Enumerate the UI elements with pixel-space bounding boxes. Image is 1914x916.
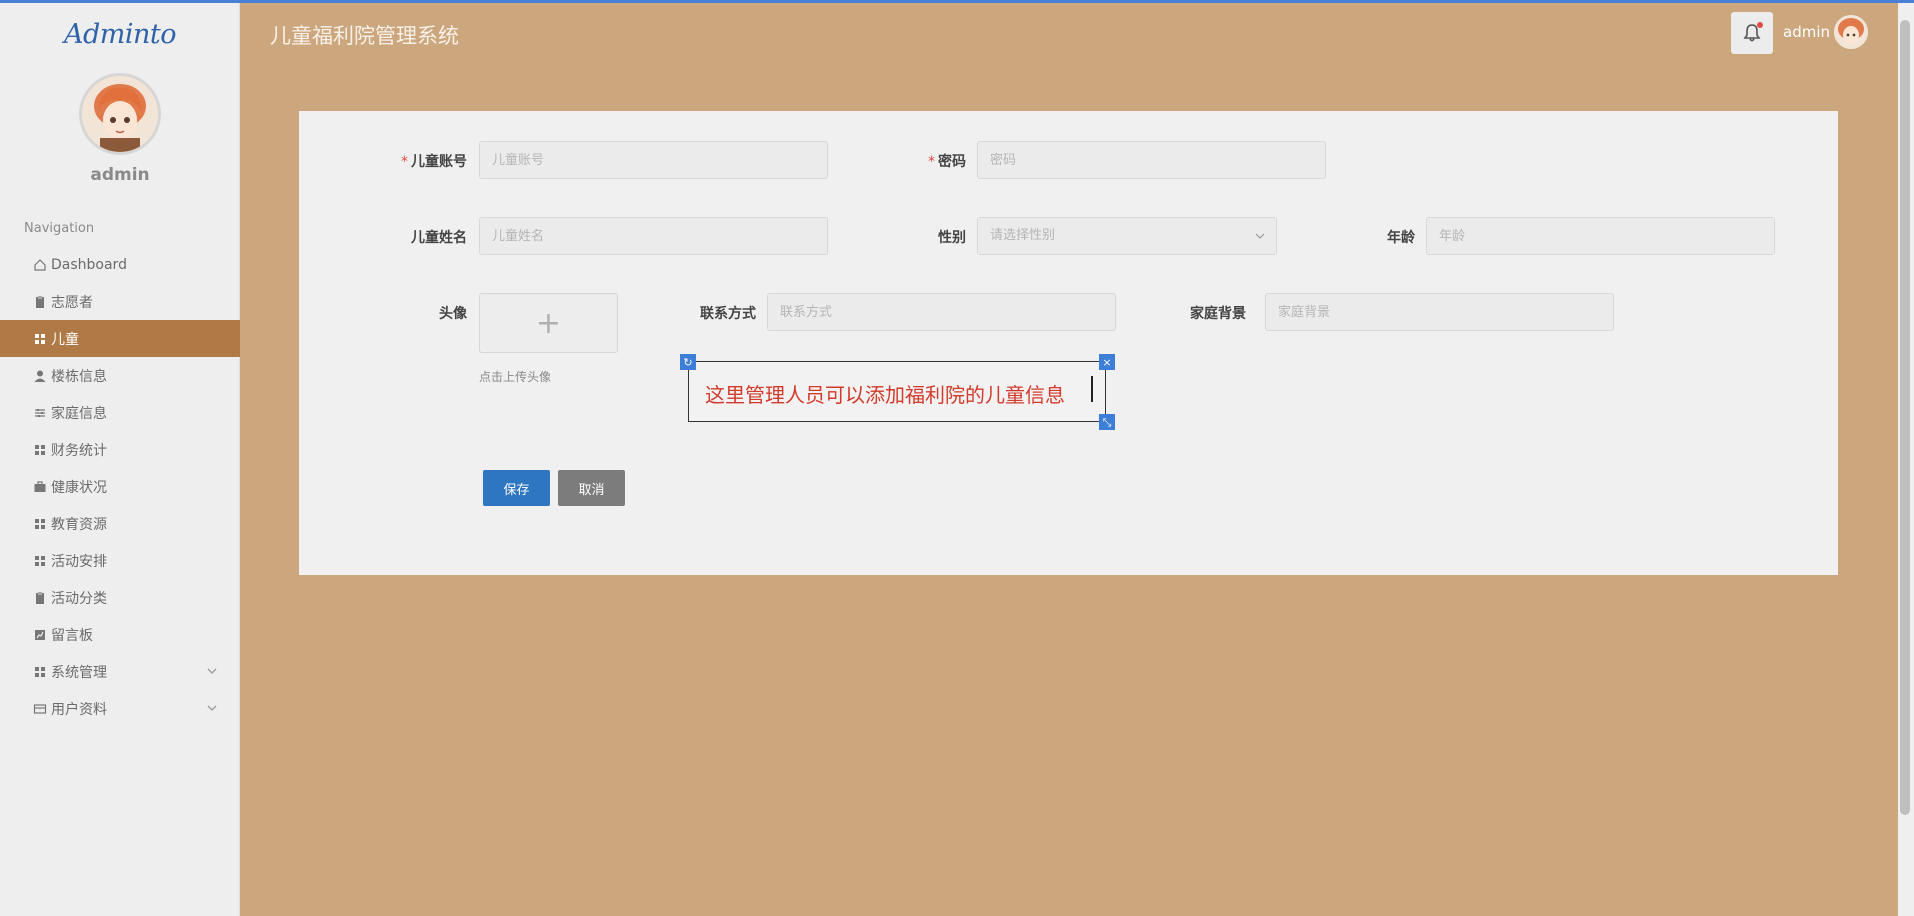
chevron-down-icon (1255, 233, 1265, 239)
nav-item-label: 活动分类 (51, 590, 107, 607)
annotation-text: 这里管理人员可以添加福利院的儿童信息 (705, 383, 1065, 407)
family-label: 家庭背景 (1190, 306, 1246, 322)
gender-select[interactable]: 请选择性别 (977, 217, 1277, 255)
sidebar: Adminto admin Navigation Dashboard 志愿者 儿… (0, 3, 240, 916)
top-accent-line (0, 0, 1914, 3)
sidebar-avatar[interactable] (79, 73, 161, 155)
clipboard-icon (36, 295, 44, 308)
scrollbar-thumb[interactable] (1900, 20, 1910, 815)
nav-item-label: Dashboard (51, 256, 127, 273)
save-button[interactable]: 保存 (483, 470, 550, 506)
resize-handle-icon[interactable]: ⤡ (1099, 414, 1115, 430)
notification-dot (1757, 22, 1763, 28)
clipboard-icon (36, 591, 44, 604)
age-label: 年龄 (1387, 230, 1415, 246)
plus-icon: + (535, 305, 562, 341)
nav-item-user-profile[interactable]: 用户资料 (0, 690, 240, 727)
rotate-handle-icon[interactable]: ↻ (680, 354, 696, 370)
nav-item-message-board[interactable]: 留言板 (0, 616, 240, 653)
age-input[interactable] (1426, 217, 1775, 255)
account-label: * 儿童账号 (401, 154, 467, 170)
nav-item-label: 活动安排 (51, 553, 107, 570)
nav-heading: Navigation (24, 221, 95, 236)
nav-item-label: 儿童 (51, 331, 79, 348)
nav-item-system-management[interactable]: 系统管理 (0, 653, 240, 690)
page-title: 儿童福利院管理系统 (270, 24, 459, 48)
grid-icon (35, 555, 45, 566)
nav-item-volunteers[interactable]: 志愿者 (0, 283, 240, 320)
card-icon (33, 703, 47, 714)
nav-item-children[interactable]: 儿童 (0, 320, 240, 357)
nav-item-label: 教育资源 (51, 516, 107, 533)
name-label: 儿童姓名 (411, 230, 467, 246)
nav-item-label: 留言板 (51, 627, 93, 644)
avatar-label: 头像 (439, 306, 467, 322)
grid-icon (35, 666, 45, 677)
annotation-textbox[interactable]: 这里管理人员可以添加福利院的儿童信息 ↻ × ⤡ (680, 354, 1115, 430)
nav-item-activities[interactable]: 活动安排 (0, 542, 240, 579)
contact-input[interactable] (767, 293, 1116, 331)
contact-label: 联系方式 (700, 306, 756, 322)
grid-icon (35, 518, 45, 529)
chart-icon (35, 629, 45, 640)
logo-text: Adminto (63, 19, 177, 50)
child-form-card: *儿童账号 *密码 儿童姓名 性别 请选择性别 年龄 头像 + 点击上传头像 联… (299, 111, 1838, 575)
sliders-icon (35, 408, 45, 417)
chevron-down-icon (207, 668, 217, 674)
nav-item-buildings[interactable]: 楼栋信息 (0, 357, 240, 394)
required-marker: * (928, 154, 935, 170)
logo[interactable]: Adminto (0, 19, 240, 50)
grid-icon (35, 333, 45, 344)
required-marker: * (401, 154, 408, 170)
account-input[interactable] (479, 141, 828, 179)
nav-item-dashboard[interactable]: Dashboard (0, 246, 240, 283)
nav-item-activity-categories[interactable]: 活动分类 (0, 579, 240, 616)
nav-item-families[interactable]: 家庭信息 (0, 394, 240, 431)
briefcase-icon (34, 480, 46, 492)
home-icon (34, 258, 46, 271)
nav-item-label: 健康状况 (51, 479, 107, 496)
family-input[interactable] (1265, 293, 1614, 331)
nav-item-label: 志愿者 (51, 294, 93, 311)
nav-item-health[interactable]: 健康状况 (0, 468, 240, 505)
nav-menu: Dashboard 志愿者 儿童 楼栋信息 家庭信息 财务统计 健康状况 教育资… (0, 246, 240, 727)
notifications-button[interactable] (1731, 12, 1773, 54)
gender-label: 性别 (938, 230, 966, 246)
header-avatar[interactable] (1834, 15, 1868, 49)
nav-item-finance[interactable]: 财务统计 (0, 431, 240, 468)
header-username[interactable]: admin (1783, 23, 1830, 41)
password-input[interactable] (977, 141, 1326, 179)
grid-icon (35, 444, 45, 455)
nav-item-label: 家庭信息 (51, 405, 107, 422)
user-icon (34, 370, 46, 382)
chevron-down-icon (207, 705, 217, 711)
text-cursor (1091, 376, 1093, 402)
password-label: * 密码 (928, 154, 966, 170)
nav-item-label: 用户资料 (51, 701, 107, 718)
nav-item-label: 财务统计 (51, 442, 107, 459)
avatar-upload[interactable]: + (479, 293, 618, 353)
close-icon[interactable]: × (1099, 354, 1115, 370)
nav-item-education[interactable]: 教育资源 (0, 505, 240, 542)
nav-item-label: 楼栋信息 (51, 368, 107, 385)
name-input[interactable] (479, 217, 828, 255)
nav-item-label: 系统管理 (51, 664, 107, 681)
gender-select-placeholder: 请选择性别 (990, 228, 1056, 243)
avatar-upload-hint: 点击上传头像 (479, 370, 552, 384)
cancel-button[interactable]: 取消 (558, 470, 625, 506)
sidebar-username: admin (90, 165, 150, 185)
